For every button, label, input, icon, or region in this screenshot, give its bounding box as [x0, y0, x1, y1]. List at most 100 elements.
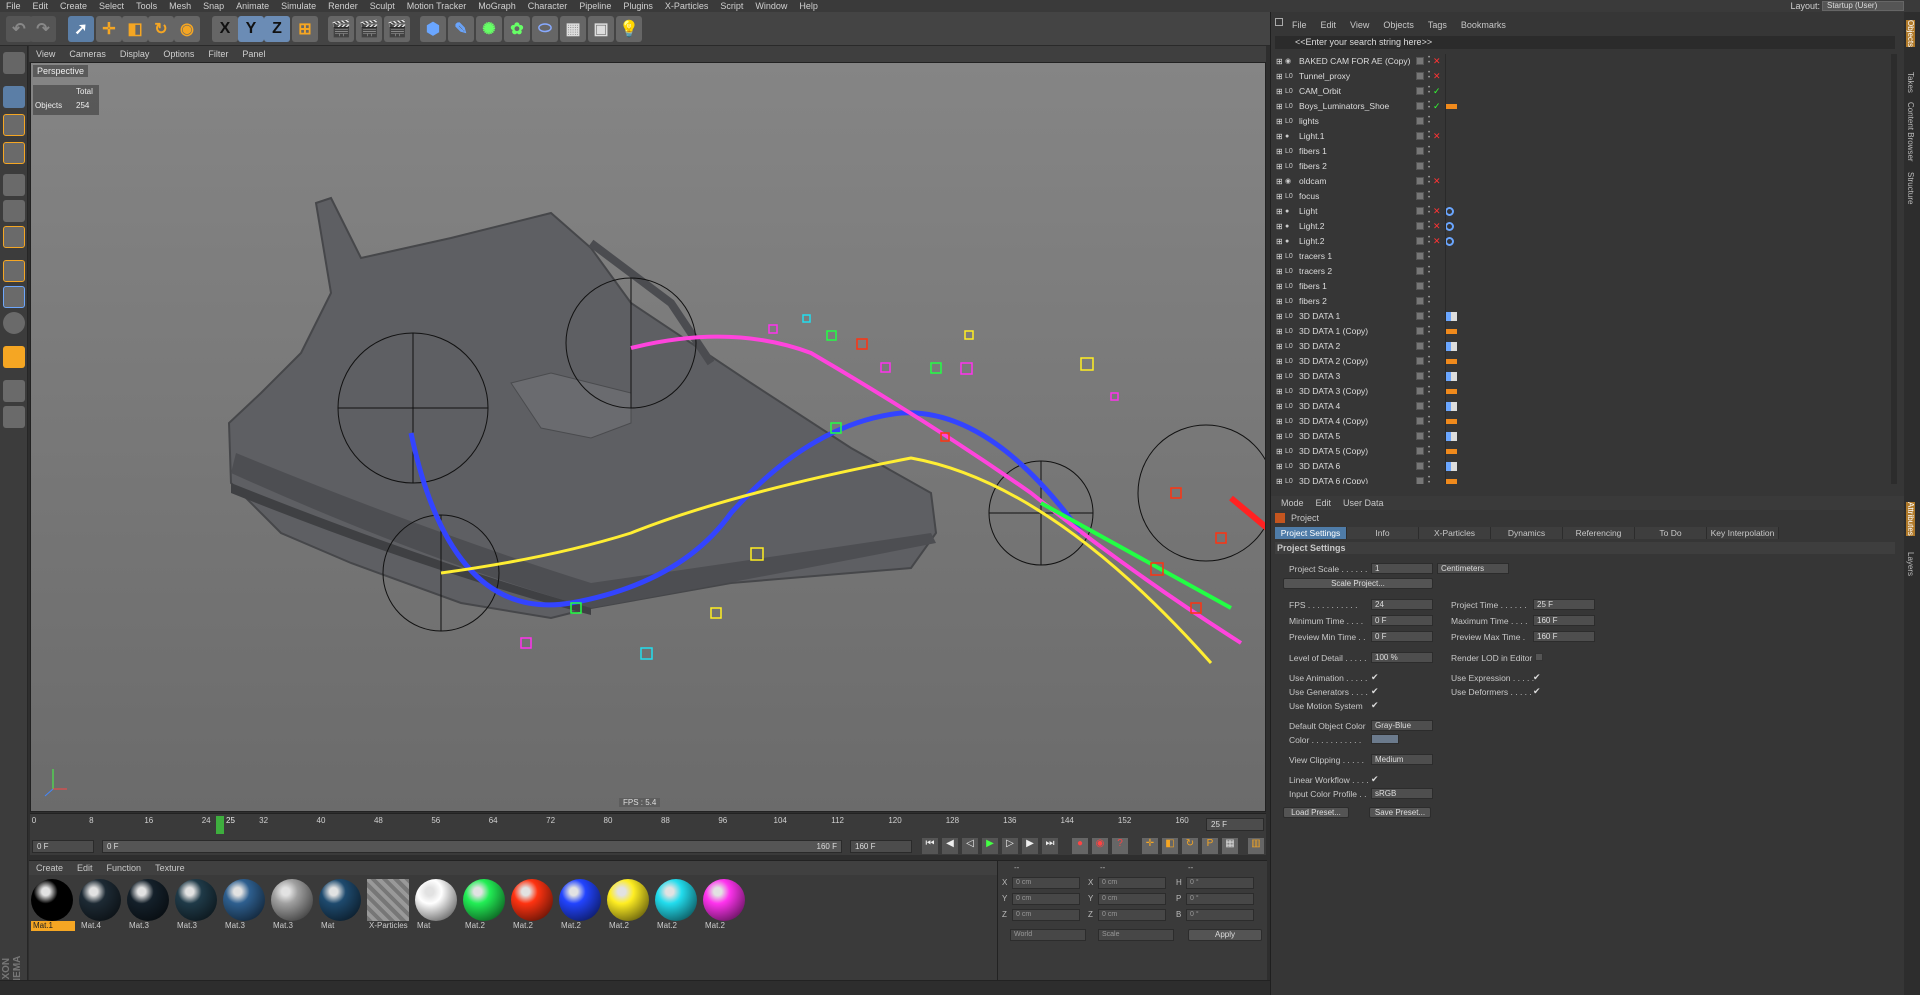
- keyframe-selection-icon[interactable]: ?: [1112, 838, 1128, 854]
- side-tab-takes[interactable]: Takes: [1906, 72, 1915, 93]
- cube-icon[interactable]: ⬢: [420, 16, 446, 42]
- scale-project-button[interactable]: Scale Project...: [1283, 578, 1433, 589]
- use-animation-checkbox[interactable]: ✔: [1371, 672, 1379, 683]
- expand-icon[interactable]: ⊞: [1276, 54, 1283, 69]
- preview-max-field[interactable]: 160 F: [1533, 631, 1595, 642]
- visibility-dots-icon[interactable]: • •: [1428, 55, 1432, 66]
- object-row[interactable]: ⊞ ◉ BAKED CAM FOR AE (Copy) • • ✕: [1275, 54, 1895, 69]
- expand-icon[interactable]: ⊞: [1276, 189, 1283, 204]
- camera-icon[interactable]: ▣: [588, 16, 614, 42]
- object-row[interactable]: ⊞ L0 tracers 2 • •: [1275, 264, 1895, 279]
- visibility-dots-icon[interactable]: • •: [1428, 325, 1432, 336]
- object-menu-bookmarks[interactable]: Bookmarks: [1454, 20, 1513, 30]
- material-swatch[interactable]: Mat.3: [175, 879, 219, 935]
- coord-size-mode-select[interactable]: Scale: [1098, 929, 1174, 941]
- visibility-dots-icon[interactable]: • •: [1428, 70, 1432, 81]
- disabled-x-icon[interactable]: ✕: [1433, 234, 1441, 249]
- tab-project-settings[interactable]: Project Settings: [1275, 527, 1347, 539]
- side-tab-structure[interactable]: Structure: [1906, 172, 1915, 204]
- multi-tag-icon[interactable]: [1445, 432, 1457, 441]
- current-frame-field[interactable]: 25 F: [1206, 818, 1264, 831]
- expand-icon[interactable]: ⊞: [1276, 429, 1283, 444]
- expand-icon[interactable]: ⊞: [1276, 84, 1283, 99]
- perspective-viewport[interactable]: Perspective Total Objects 254 FPS: 5.4: [30, 62, 1266, 812]
- expand-icon[interactable]: ⊞: [1276, 399, 1283, 414]
- object-row[interactable]: ⊞ L0 3D DATA 6 (Copy) • •: [1275, 474, 1895, 484]
- use-generators-checkbox[interactable]: ✔: [1371, 686, 1379, 697]
- layer-tag-icon[interactable]: [1416, 192, 1424, 200]
- object-list-scrollbar[interactable]: [1891, 54, 1897, 484]
- menu-snap[interactable]: Snap: [197, 1, 230, 11]
- visibility-dots-icon[interactable]: • •: [1428, 145, 1432, 156]
- expand-icon[interactable]: ⊞: [1276, 294, 1283, 309]
- project-scale-field[interactable]: 1: [1371, 563, 1433, 574]
- expand-icon[interactable]: ⊞: [1276, 219, 1283, 234]
- visibility-dots-icon[interactable]: • •: [1428, 205, 1432, 216]
- object-row[interactable]: ⊞ ◉ oldcam • • ✕: [1275, 174, 1895, 189]
- visibility-dots-icon[interactable]: • •: [1428, 355, 1432, 366]
- viewport-menu-options[interactable]: Options: [156, 49, 201, 59]
- timeline-icon[interactable]: ▥: [1248, 838, 1264, 854]
- visibility-dots-icon[interactable]: • •: [1428, 250, 1432, 261]
- max-time-field[interactable]: 160 F: [1533, 615, 1595, 626]
- menu-pipeline[interactable]: Pipeline: [573, 1, 617, 11]
- fps-field[interactable]: 24: [1371, 599, 1433, 610]
- material-swatch[interactable]: Mat.2: [559, 879, 603, 935]
- expand-icon[interactable]: ⊞: [1276, 264, 1283, 279]
- expand-icon[interactable]: ⊞: [1276, 114, 1283, 129]
- layer-tag-icon[interactable]: [1416, 477, 1424, 484]
- menu-script[interactable]: Script: [714, 1, 749, 11]
- coordinate-system-icon[interactable]: ⊞: [292, 16, 318, 42]
- viewport-menu-view[interactable]: View: [29, 49, 62, 59]
- lod-field[interactable]: 100 %: [1371, 652, 1433, 663]
- start-frame-field[interactable]: 0 F: [32, 840, 94, 853]
- playhead-marker[interactable]: [216, 816, 224, 834]
- use-expression-checkbox[interactable]: ✔: [1533, 672, 1541, 683]
- visibility-dots-icon[interactable]: • •: [1428, 220, 1432, 231]
- object-row[interactable]: ⊞ L0 3D DATA 3 (Copy) • •: [1275, 384, 1895, 399]
- deformer-icon[interactable]: ⬭: [532, 16, 558, 42]
- material-swatch[interactable]: Mat.4: [79, 879, 123, 935]
- xpresso-tag-icon[interactable]: [1445, 389, 1457, 394]
- material-swatch[interactable]: X-Particles: [367, 879, 411, 935]
- material-swatch[interactable]: Mat.1: [31, 879, 75, 935]
- object-row[interactable]: ⊞ L0 3D DATA 1 • •: [1275, 309, 1895, 324]
- recent-tool-icon[interactable]: ◉: [174, 16, 200, 42]
- model-mode-icon[interactable]: [3, 86, 25, 108]
- material-swatch[interactable]: Mat.2: [655, 879, 699, 935]
- key-position-icon[interactable]: ✛: [1142, 838, 1158, 854]
- visibility-dots-icon[interactable]: • •: [1428, 445, 1432, 456]
- polygons-mode-icon[interactable]: [3, 226, 25, 248]
- material-swatch[interactable]: Mat.3: [127, 879, 171, 935]
- layer-tag-icon[interactable]: [1416, 402, 1424, 410]
- material-menu-function[interactable]: Function: [100, 863, 149, 873]
- prev-frame-icon[interactable]: ◁: [962, 838, 978, 854]
- make-editable-icon[interactable]: [3, 52, 25, 74]
- expand-icon[interactable]: ⊞: [1276, 144, 1283, 159]
- menu-motion-tracker[interactable]: Motion Tracker: [401, 1, 473, 11]
- xpresso-tag-icon[interactable]: [1445, 359, 1457, 364]
- layer-tag-icon[interactable]: [1416, 57, 1424, 65]
- default-color-select[interactable]: Gray-Blue: [1371, 720, 1433, 731]
- menu-help[interactable]: Help: [793, 1, 824, 11]
- layer-tag-icon[interactable]: [1416, 72, 1424, 80]
- object-row[interactable]: ⊞ L0 focus • •: [1275, 189, 1895, 204]
- coord-value-field[interactable]: 0 cm: [1098, 909, 1166, 921]
- visibility-dots-icon[interactable]: • •: [1428, 115, 1432, 126]
- material-menu-texture[interactable]: Texture: [148, 863, 192, 873]
- goto-end-icon[interactable]: ⏭: [1042, 838, 1058, 854]
- menu-sculpt[interactable]: Sculpt: [364, 1, 401, 11]
- menu-simulate[interactable]: Simulate: [275, 1, 322, 11]
- expand-icon[interactable]: ⊞: [1276, 279, 1283, 294]
- object-row[interactable]: ⊞ L0 3D DATA 1 (Copy) • •: [1275, 324, 1895, 339]
- visibility-dots-icon[interactable]: • •: [1428, 430, 1432, 441]
- expand-icon[interactable]: ⊞: [1276, 234, 1283, 249]
- multi-tag-icon[interactable]: [1445, 342, 1457, 351]
- layer-tag-icon[interactable]: [1416, 357, 1424, 365]
- object-row[interactable]: ⊞ L0 fibers 1 • •: [1275, 144, 1895, 159]
- project-scale-unit-select[interactable]: Centimeters: [1437, 563, 1509, 574]
- object-row[interactable]: ⊞ ● Light.2 • • ✕: [1275, 219, 1895, 234]
- material-swatch[interactable]: Mat.2: [703, 879, 747, 935]
- visibility-dots-icon[interactable]: • •: [1428, 385, 1432, 396]
- expand-icon[interactable]: ⊞: [1276, 444, 1283, 459]
